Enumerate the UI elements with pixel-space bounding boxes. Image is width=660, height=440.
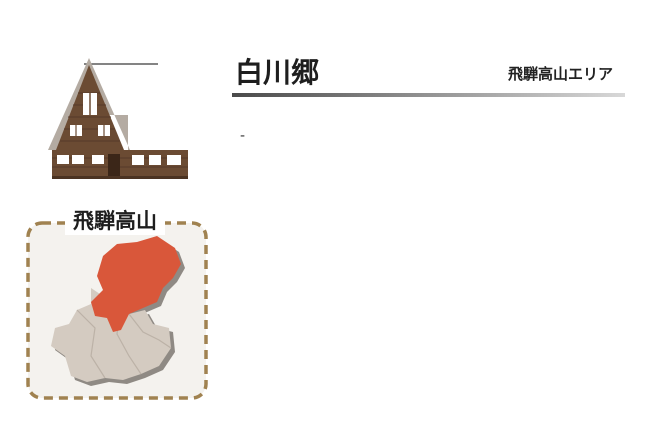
page-header: 白川郷 飛騨高山エリア (235, 55, 625, 95)
page-title: 白川郷 (235, 56, 320, 89)
area-label: 飛騨高山エリア (507, 65, 613, 83)
region-name-label: 飛騨高山 (73, 209, 157, 233)
header-divider (232, 93, 625, 97)
gassho-house-icon (48, 58, 188, 179)
content-text: - (240, 128, 246, 144)
region-map (26, 221, 208, 400)
